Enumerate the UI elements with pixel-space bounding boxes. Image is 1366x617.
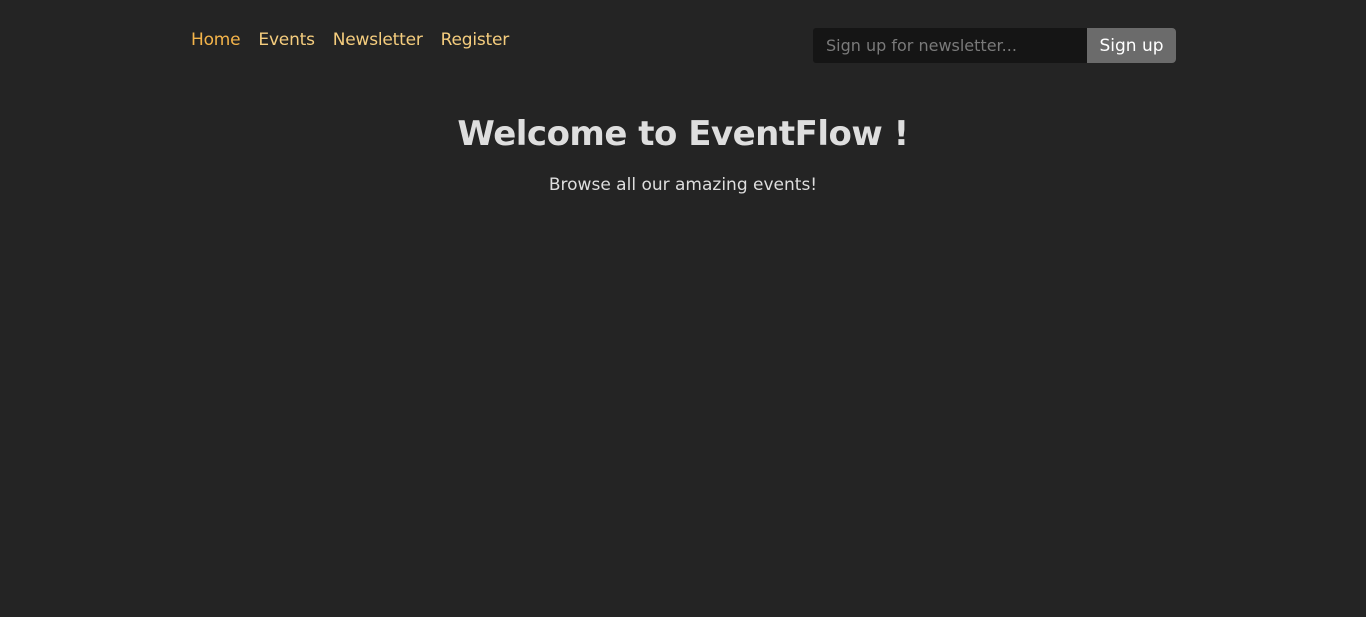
newsletter-form: Sign up bbox=[813, 28, 1176, 63]
page-subtitle: Browse all our amazing events! bbox=[548, 175, 818, 195]
main-nav: Home Events Newsletter Register bbox=[191, 28, 509, 52]
sign-up-button[interactable]: Sign up bbox=[1087, 28, 1176, 63]
nav-link-newsletter[interactable]: Newsletter bbox=[333, 28, 423, 52]
newsletter-email-input[interactable] bbox=[813, 28, 1087, 63]
nav-link-events[interactable]: Events bbox=[258, 28, 315, 52]
hero-section: Welcome to EventFlow ! Browse all our am… bbox=[0, 112, 1366, 197]
site-header: Home Events Newsletter Register Sign up bbox=[0, 0, 1366, 90]
nav-link-register[interactable]: Register bbox=[441, 28, 510, 52]
nav-link-home[interactable]: Home bbox=[191, 28, 241, 52]
page-title: Welcome to EventFlow ! bbox=[457, 114, 909, 154]
